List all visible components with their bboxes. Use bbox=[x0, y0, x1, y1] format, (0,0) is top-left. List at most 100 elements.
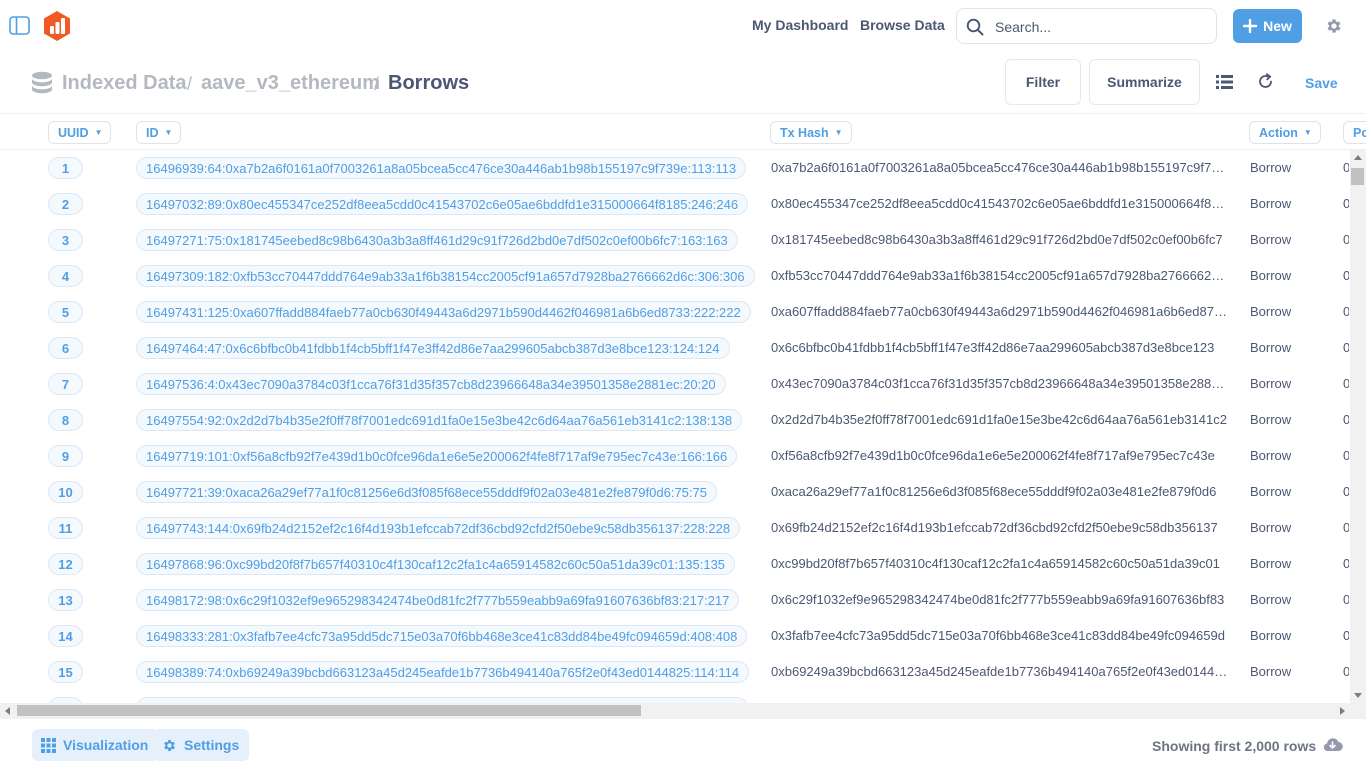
column-header-next[interactable]: Po bbox=[1343, 121, 1366, 144]
uuid-cell[interactable]: 11 bbox=[48, 517, 83, 539]
nav-browse-data[interactable]: Browse Data bbox=[860, 17, 945, 33]
uuid-cell[interactable]: 15 bbox=[48, 661, 83, 683]
column-header-action[interactable]: Action ▼ bbox=[1249, 121, 1321, 144]
nav-my-dashboard[interactable]: My Dashboard bbox=[752, 17, 848, 33]
horizontal-scrollbar[interactable] bbox=[0, 703, 1350, 718]
id-cell[interactable]: 16498333:281:0x3fafb7ee4cfc73a95dd5dc715… bbox=[136, 625, 748, 647]
uuid-cell[interactable]: 12 bbox=[48, 553, 83, 575]
uuid-cell[interactable]: 5 bbox=[48, 301, 83, 323]
gear-icon[interactable] bbox=[1325, 17, 1343, 35]
chevron-down-icon: ▼ bbox=[164, 128, 173, 137]
page-title: Borrows bbox=[388, 72, 470, 94]
visualization-button[interactable]: Visualization bbox=[32, 729, 159, 761]
uuid-cell[interactable]: 13 bbox=[48, 589, 83, 611]
breadcrumb-root[interactable]: Indexed Data bbox=[62, 72, 186, 95]
id-cell[interactable]: 16497721:39:0xaca26a29ef77a1f0c81256e6d3… bbox=[136, 481, 717, 503]
uuid-cell[interactable]: 3 bbox=[48, 229, 83, 251]
list-icon[interactable] bbox=[1216, 75, 1233, 89]
tx-hash-cell: 0xa7b2a6f0161a0f7003261a8a05bcea5cc476ce… bbox=[771, 160, 1228, 175]
table-row[interactable]: 15 16498389:74:0xb69249a39bcbd663123a45d2… bbox=[0, 654, 1350, 690]
uuid-cell[interactable]: 14 bbox=[48, 625, 83, 647]
settings-button-label: Settings bbox=[184, 737, 240, 753]
table-row[interactable]: 3 16497271:75:0x181745eebed8c98b6430a3b3a… bbox=[0, 222, 1350, 258]
table-row[interactable]: 8 16497554:92:0x2d2d7b4b35e2f0ff78f7001ed… bbox=[0, 402, 1350, 438]
scrollbar-corner bbox=[1350, 703, 1366, 718]
breadcrumb-schema[interactable]: aave_v3_ethereum bbox=[201, 72, 380, 95]
id-cell[interactable]: 16497309:182:0xfb53cc70447ddd764e9ab33a1… bbox=[136, 265, 755, 287]
uuid-cell[interactable]: 2 bbox=[48, 193, 83, 215]
table-row[interactable]: 9 16497719:101:0xf56a8cfb92f7e439d1b0c0fc… bbox=[0, 438, 1350, 474]
table-row[interactable]: 6 16497464:47:0x6c6bfbc0b41fdbb1f4cb5bff1… bbox=[0, 330, 1350, 366]
id-cell[interactable]: 16497868:96:0xc99bd20f8f7b657f40310c4f13… bbox=[136, 553, 736, 575]
id-cell[interactable]: 16497536:4:0x43ec7090a3784c03f1cca76f31d… bbox=[136, 373, 726, 395]
logo-icon[interactable] bbox=[41, 10, 73, 42]
table-row[interactable]: 2 16497032:89:0x80ec455347ce252df8eea5cdd… bbox=[0, 186, 1350, 222]
id-cell[interactable]: 16497464:47:0x6c6bfbc0b41fdbb1f4cb5bff1f… bbox=[136, 337, 730, 359]
summarize-button[interactable]: Summarize bbox=[1089, 59, 1200, 105]
scrollbar-thumb[interactable] bbox=[17, 705, 641, 716]
tx-hash-cell: 0x80ec455347ce252df8eea5cdd0c41543702c6e… bbox=[771, 196, 1228, 211]
breadcrumb-separator: / bbox=[374, 74, 380, 94]
id-cell[interactable]: 16498172:98:0x6c29f1032ef9e965298342474b… bbox=[136, 589, 740, 611]
tx-hash-cell: 0xc99bd20f8f7b657f40310c4f130caf12c2fa1c… bbox=[771, 556, 1220, 571]
truncated-cell: 0 bbox=[1343, 664, 1349, 679]
tx-hash-cell: 0x3fafb7ee4cfc73a95dd5dc715e03a70f6bb468… bbox=[771, 628, 1225, 643]
column-header-uuid[interactable]: UUID ▼ bbox=[48, 121, 112, 144]
scroll-left-arrow[interactable] bbox=[5, 707, 10, 715]
uuid-cell[interactable]: 4 bbox=[48, 265, 83, 287]
search-box[interactable] bbox=[956, 8, 1217, 44]
uuid-cell[interactable]: 1 bbox=[48, 157, 83, 179]
id-cell[interactable]: 16497431:125:0xa607ffadd884faeb77a0cb630… bbox=[136, 301, 751, 323]
scroll-up-arrow[interactable] bbox=[1354, 155, 1362, 160]
table-row[interactable]: 5 16497431:125:0xa607ffadd884faeb77a0cb63… bbox=[0, 294, 1350, 330]
table-row[interactable]: 7 16497536:4:0x43ec7090a3784c03f1cca76f31… bbox=[0, 366, 1350, 402]
refresh-icon[interactable] bbox=[1257, 73, 1274, 90]
truncated-cell: 0 bbox=[1343, 304, 1349, 319]
uuid-cell[interactable]: 6 bbox=[48, 337, 83, 359]
search-input[interactable] bbox=[995, 17, 1205, 37]
id-cell[interactable]: 16497271:75:0x181745eebed8c98b6430a3b3a8… bbox=[136, 229, 738, 251]
uuid-cell[interactable]: 9 bbox=[48, 445, 83, 467]
table-row[interactable]: 11 16497743:144:0x69fb24d2152ef2c16f4d193… bbox=[0, 510, 1350, 546]
table-row[interactable]: 13 16498172:98:0x6c29f1032ef9e96529834247… bbox=[0, 582, 1350, 618]
action-cell: Borrow bbox=[1250, 556, 1292, 571]
scroll-right-arrow[interactable] bbox=[1340, 707, 1345, 715]
table-row[interactable]: 12 16497868:96:0xc99bd20f8f7b657f40310c4f… bbox=[0, 546, 1350, 582]
table-row[interactable]: 4 16497309:182:0xfb53cc70447ddd764e9ab33a… bbox=[0, 258, 1350, 294]
visualization-button-label: Visualization bbox=[63, 737, 149, 753]
column-header-tx-hash[interactable]: Tx Hash ▼ bbox=[770, 121, 852, 144]
chevron-down-icon: ▼ bbox=[1303, 128, 1312, 137]
tx-hash-cell: 0x43ec7090a3784c03f1cca76f31d35f357cb8d2… bbox=[771, 376, 1228, 391]
sidebar-toggle-icon[interactable] bbox=[9, 16, 30, 35]
download-icon[interactable] bbox=[1322, 737, 1343, 752]
table-row[interactable]: 10 16497721:39:0xaca26a29ef77a1f0c81256e6… bbox=[0, 474, 1350, 510]
id-cell[interactable]: 16498389:74:0xb69249a39bcbd663123a45d245… bbox=[136, 661, 750, 683]
table-row[interactable]: 1 16496939:64:0xa7b2a6f0161a0f7003261a8a0… bbox=[0, 150, 1350, 186]
action-cell: Borrow bbox=[1250, 268, 1292, 283]
action-cell: Borrow bbox=[1250, 664, 1292, 679]
save-button[interactable]: Save bbox=[1305, 75, 1338, 91]
vertical-scrollbar[interactable] bbox=[1350, 150, 1366, 703]
uuid-cell[interactable]: 10 bbox=[48, 481, 83, 503]
uuid-cell[interactable]: 7 bbox=[48, 373, 83, 395]
id-cell[interactable]: 16496939:64:0xa7b2a6f0161a0f7003261a8a05… bbox=[136, 157, 747, 179]
top-nav: My Dashboard Browse Data New bbox=[0, 0, 1366, 52]
id-cell[interactable]: 16497719:101:0xf56a8cfb92f7e439d1b0c0fce… bbox=[136, 445, 738, 467]
scroll-down-arrow[interactable] bbox=[1354, 693, 1362, 698]
id-cell[interactable]: 16497554:92:0x2d2d7b4b35e2f0ff78f7001edc… bbox=[136, 409, 743, 431]
table-row[interactable]: 14 16498333:281:0x3fafb7ee4cfc73a95dd5dc7… bbox=[0, 618, 1350, 654]
column-header-id[interactable]: ID ▼ bbox=[136, 121, 182, 144]
table-row-partial bbox=[0, 690, 1350, 703]
uuid-cell[interactable]: 8 bbox=[48, 409, 83, 431]
action-cell: Borrow bbox=[1250, 484, 1292, 499]
filter-button[interactable]: Filter bbox=[1005, 59, 1081, 105]
id-cell[interactable]: 16497032:89:0x80ec455347ce252df8eea5cdd0… bbox=[136, 193, 749, 215]
settings-button[interactable]: Settings bbox=[153, 729, 250, 761]
new-button[interactable]: New bbox=[1233, 9, 1302, 43]
settings-gear-icon bbox=[164, 739, 175, 751]
results-table: UUID ▼ ID ▼ Tx Hash ▼ Action ▼ Po 1 16496939:… bbox=[0, 114, 1366, 703]
tx-hash-cell: 0x181745eebed8c98b6430a3b3a8ff461d29c91f… bbox=[771, 232, 1223, 247]
id-cell[interactable]: 16497743:144:0x69fb24d2152ef2c16f4d193b1… bbox=[136, 517, 741, 539]
scrollbar-thumb[interactable] bbox=[1351, 168, 1364, 185]
action-cell: Borrow bbox=[1250, 232, 1292, 247]
